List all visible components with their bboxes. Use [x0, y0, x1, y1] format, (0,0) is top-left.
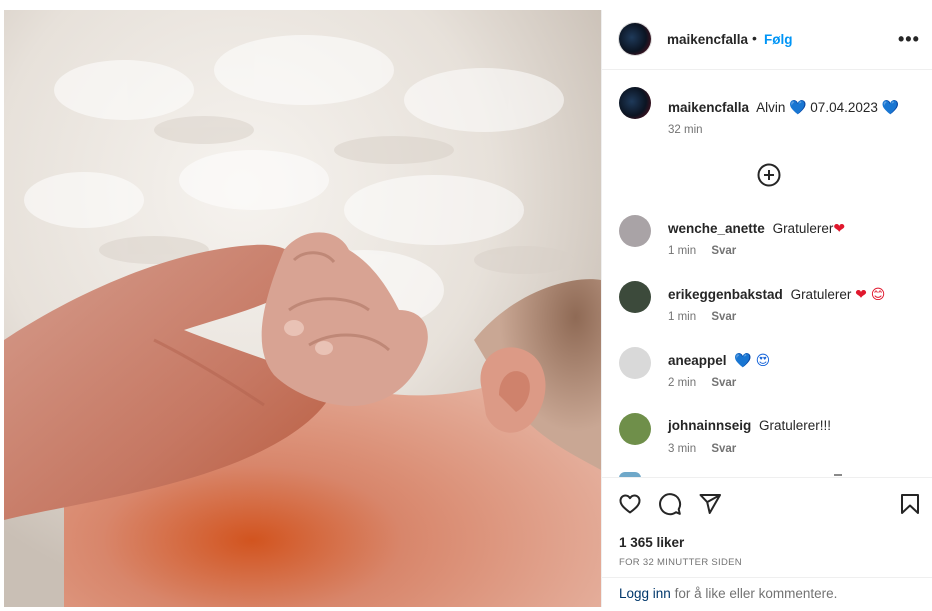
posted-time[interactable]: FOR 32 MINUTTER SIDEN [619, 557, 742, 568]
baby-hand-illustration [4, 10, 601, 607]
heart-emoji: ❤ [833, 220, 846, 236]
comment-time: 1 min [668, 245, 697, 257]
blue-heart-emoji: 💙 [881, 99, 900, 115]
comment-body: Gratulerer [772, 221, 834, 236]
comment-meta: 3 min Svar [668, 443, 748, 455]
commenter-avatar[interactable] [619, 215, 651, 247]
reply-button[interactable]: Svar [711, 311, 736, 323]
heart-icon[interactable] [618, 492, 642, 516]
caption-body: Alvin [756, 100, 786, 115]
login-text: Logg inn for å like eller kommentere. [619, 586, 837, 601]
login-prompt: Logg inn for å like eller kommentere. [602, 577, 932, 608]
bookmark-icon[interactable] [898, 492, 922, 516]
caption-meta: 32 min [668, 124, 715, 136]
reply-button[interactable]: Svar [711, 245, 736, 257]
login-link[interactable]: Logg inn [619, 586, 671, 601]
comment-text: erikeggenbakstad Gratulerer ❤ 😊 [668, 286, 885, 303]
comment-meta: 2 min Svar [668, 377, 748, 389]
caption-username[interactable]: maikencfalla [668, 100, 749, 115]
commenter-avatar[interactable] [619, 347, 651, 379]
comment-body: Gratulerer [790, 287, 852, 302]
paper-plane-icon[interactable] [698, 492, 722, 516]
comment-text: wenche_anette Gratulerer❤ [668, 220, 845, 237]
caption-date: 07.04.2023 [810, 100, 878, 115]
more-options-icon[interactable]: ••• [898, 29, 920, 50]
caption-time: 32 min [668, 124, 703, 136]
comment-time: 2 min [668, 377, 697, 389]
partial-text [834, 474, 842, 476]
comment-username[interactable]: erikeggenbakstad [668, 287, 783, 302]
post-side-panel: maikencfalla • Følg ••• maikencfalla Alv… [601, 10, 932, 607]
post-photo[interactable] [4, 10, 601, 607]
separator-dot: • [752, 30, 757, 46]
caption-avatar[interactable] [619, 87, 651, 119]
reply-button[interactable]: Svar [711, 443, 736, 455]
comment-icon[interactable] [658, 492, 682, 516]
login-suffix: for å like eller kommentere. [674, 586, 838, 601]
commenter-avatar[interactable] [619, 281, 651, 313]
likes-count[interactable]: 1 365 liker [619, 535, 684, 550]
reply-button[interactable]: Svar [711, 377, 736, 389]
emoji: ❤ 😊 [855, 286, 886, 302]
comment-username[interactable]: aneappel [668, 353, 727, 368]
comment-meta: 1 min Svar [668, 245, 748, 257]
comment-username[interactable]: johnainnseig [668, 418, 751, 433]
comment-time: 3 min [668, 443, 697, 455]
post-header: maikencfalla • Følg ••• [602, 10, 932, 70]
author-username[interactable]: maikencfalla [667, 32, 748, 47]
comments-list[interactable]: maikencfalla Alvin 💙 07.04.2023 💙 32 min [602, 70, 932, 477]
load-more-comments-icon[interactable] [757, 163, 781, 187]
emoji: 💙 😍 [734, 352, 771, 368]
comment-text: aneappel 💙 😍 [668, 352, 770, 369]
post-dialog: maikencfalla • Følg ••• maikencfalla Alv… [0, 0, 932, 611]
comment-time: 1 min [668, 311, 697, 323]
comment-username[interactable]: wenche_anette [668, 221, 765, 236]
comment-text: johnainnseig Gratulerer!!! [668, 418, 831, 433]
caption-text: maikencfalla Alvin 💙 07.04.2023 💙 [668, 99, 899, 116]
commenter-avatar[interactable] [619, 413, 651, 445]
author-avatar[interactable] [619, 23, 651, 55]
comment-meta: 1 min Svar [668, 311, 748, 323]
follow-button[interactable]: Følg [764, 32, 793, 47]
comment-body: Gratulerer!!! [759, 418, 832, 433]
post-actions: 1 365 liker FOR 32 MINUTTER SIDEN [602, 477, 932, 578]
blue-heart-emoji: 💙 [789, 99, 807, 115]
